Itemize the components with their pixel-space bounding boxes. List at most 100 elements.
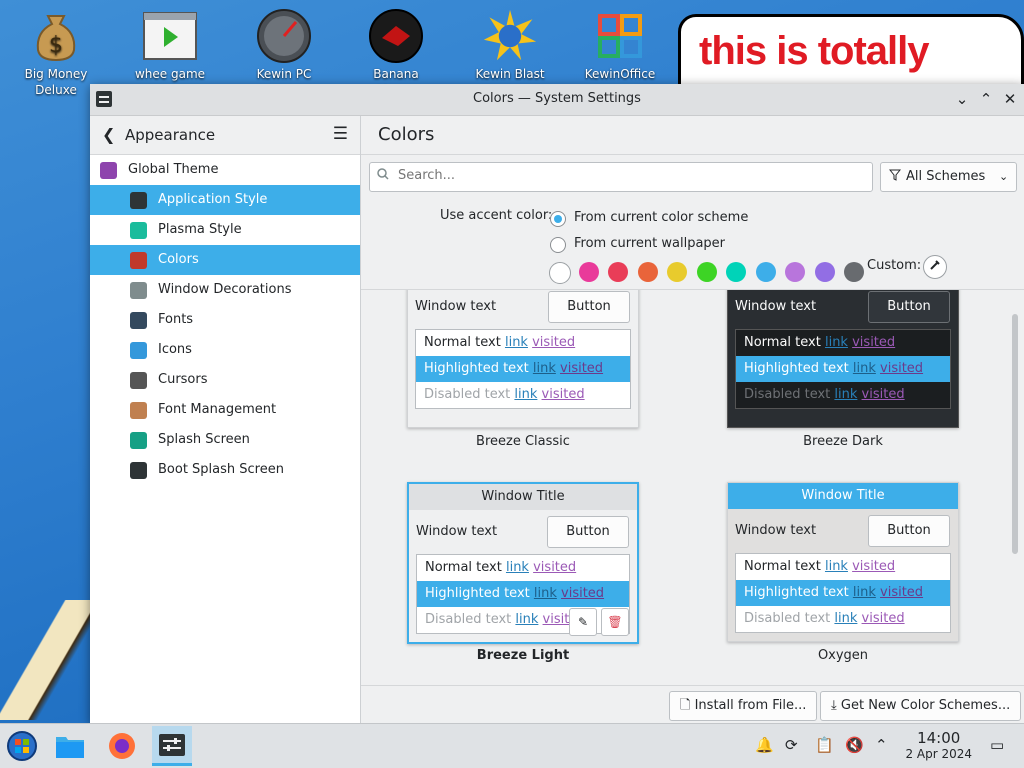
preview-link: link (852, 585, 876, 600)
brush-icon (130, 192, 147, 209)
color-scheme-name: Breeze Dark (803, 434, 883, 449)
preview-visited-link: visited (852, 559, 896, 574)
desktop-icon-big-money[interactable]: $ Big Money Deluxe (14, 8, 98, 98)
preview-button: Button (547, 516, 629, 548)
font-management-icon (130, 402, 147, 419)
color-scheme-card[interactable]: Window text Button Normal text link visite… (727, 290, 959, 449)
system-settings-icon (159, 733, 185, 756)
sidebar-item-label: Global Theme (128, 162, 219, 177)
sidebar-item-label: Plasma Style (158, 222, 242, 237)
taskbar-system-settings[interactable] (152, 726, 192, 766)
search-field[interactable] (369, 162, 873, 192)
vertical-scrollbar[interactable] (1012, 314, 1018, 554)
sidebar-item-boot-splash-screen[interactable]: Boot Splash Screen (90, 455, 360, 485)
digital-clock[interactable]: 14:00 2 Apr 2024 (905, 730, 972, 762)
sidebar-item-application-style[interactable]: Application Style (90, 185, 360, 215)
accent-swatch[interactable] (549, 262, 571, 284)
accent-swatch[interactable] (578, 262, 599, 282)
sidebar-item-label: Splash Screen (158, 432, 250, 447)
window-icon (130, 282, 147, 299)
radio-button[interactable] (550, 237, 566, 253)
color-picker-button[interactable] (923, 255, 947, 279)
taskbar-file-manager[interactable] (50, 726, 90, 766)
accent-swatch[interactable] (814, 262, 835, 282)
page-title: Colors (378, 124, 435, 145)
preview-normal-row: Normal text link visited (417, 555, 629, 581)
get-new-schemes-button[interactable]: ⤓ Get New Color Schemes... (820, 691, 1022, 721)
sidebar-item-plasma-style[interactable]: Plasma Style (90, 215, 360, 245)
color-scheme-card[interactable]: Window text Button Normal text link visite… (407, 290, 639, 449)
scheme-filter-dropdown[interactable]: All Schemes ⌄ (880, 162, 1017, 192)
sidebar-item-label: Fonts (158, 312, 194, 327)
preview-text-view: Normal text link visited Highlighted text… (735, 329, 951, 409)
accent-swatch[interactable] (755, 262, 776, 282)
page-header: Colors (361, 116, 1024, 155)
show-desktop-icon[interactable]: ▭ (990, 736, 1004, 754)
color-scheme-card[interactable]: Window Title Window text Button Normal text… (727, 482, 959, 663)
sidebar-title: Appearance (125, 126, 216, 144)
desktop-icon-kewin-blast[interactable]: Kewin Blast (468, 8, 552, 82)
notifications-icon[interactable]: 🔔 (755, 736, 774, 754)
preview-highlighted-row: Highlighted text link visited (736, 356, 950, 382)
preview-visited-link: visited (861, 611, 905, 626)
preview-link: link (533, 586, 557, 601)
clipboard-icon[interactable]: 📋 (815, 736, 834, 754)
preview-disabled-text: Disabled text (424, 387, 511, 402)
accent-swatch[interactable] (726, 262, 746, 282)
application-launcher-button[interactable] (2, 726, 42, 766)
sidebar-item-colors[interactable]: Colors (90, 245, 360, 275)
color-scheme-card[interactable]: Window Title Window text Button Normal text… (407, 482, 639, 663)
desktop-icon-kewinoffice[interactable]: KewinOffice (578, 8, 662, 82)
accent-swatch[interactable] (785, 262, 805, 282)
get-new-label: Get New Color Schemes... (840, 698, 1011, 713)
radio-button-checked[interactable] (550, 211, 566, 227)
volume-muted-icon[interactable]: 🔇 (845, 736, 864, 754)
maximize-button[interactable]: ⌃ (976, 89, 996, 109)
sidebar-item-font-management[interactable]: Font Management (90, 395, 360, 425)
accent-swatch[interactable] (667, 262, 687, 282)
preview-visited-link: visited (880, 585, 924, 600)
search-icon (377, 168, 389, 184)
sidebar-item-global-theme[interactable]: Global Theme (90, 155, 360, 185)
back-arrow-icon[interactable]: ❮ (102, 125, 115, 144)
sidebar-item-splash-screen[interactable]: Splash Screen (90, 425, 360, 455)
sidebar-item-icons[interactable]: Icons (90, 335, 360, 365)
sidebar-item-label: Cursors (158, 372, 208, 387)
edit-scheme-pencil-icon[interactable]: ✎ (569, 608, 597, 636)
preview-highlighted-row: Highlighted text link visited (417, 581, 629, 607)
close-button[interactable]: ✕ (1000, 89, 1020, 109)
preview-disabled-row: Disabled text link visited (736, 606, 950, 632)
accent-swatch[interactable] (696, 262, 717, 282)
color-scheme-name: Oxygen (817, 648, 869, 663)
install-from-file-button[interactable]: 🗋 Install from File... (669, 691, 818, 721)
hamburger-menu-icon[interactable]: ☰ (333, 124, 348, 144)
accent-swatch[interactable] (608, 262, 628, 282)
preview-normal-text: Normal text (744, 559, 821, 574)
clock-time: 14:00 (917, 729, 961, 747)
minimize-button[interactable]: ⌄ (952, 89, 972, 109)
preview-button: Button (868, 515, 950, 547)
search-input[interactable] (396, 167, 860, 184)
preview-link: link (504, 335, 528, 350)
delete-scheme-trash-icon[interactable]: 🗑 (601, 608, 629, 636)
updates-icon[interactable]: ⟳ (785, 736, 798, 754)
chevron-up-icon[interactable]: ⌃ (875, 736, 888, 754)
money-bag-icon: $ (28, 8, 84, 64)
preview-visited-link: visited (560, 361, 604, 376)
desktop-icon-kewin-pc[interactable]: Kewin PC (242, 8, 326, 82)
preview-visited-link: visited (532, 335, 576, 350)
preview-visited-link: visited (533, 560, 577, 575)
desktop-icon-whee-game[interactable]: whee game (128, 8, 212, 82)
accent-swatch[interactable] (637, 262, 658, 282)
svg-text:$: $ (49, 33, 63, 58)
document-icon: 🗋 (680, 698, 691, 713)
sidebar-item-cursors[interactable]: Cursors (90, 365, 360, 395)
window-titlebar[interactable]: Colors — System Settings ⌄ ⌃ ✕ (90, 84, 1024, 116)
taskbar-firefox[interactable] (102, 726, 142, 766)
sidebar-item-window-decorations[interactable]: Window Decorations (90, 275, 360, 305)
taskbar: 🔔 ⟳ 📋 🔇 ⌃ 14:00 2 Apr 2024 ▭ (0, 723, 1024, 768)
accent-swatch[interactable] (844, 262, 864, 282)
preview-link: link (514, 387, 538, 402)
preview-disabled-text: Disabled text (744, 387, 831, 402)
sidebar-item-fonts[interactable]: Fonts (90, 305, 360, 335)
